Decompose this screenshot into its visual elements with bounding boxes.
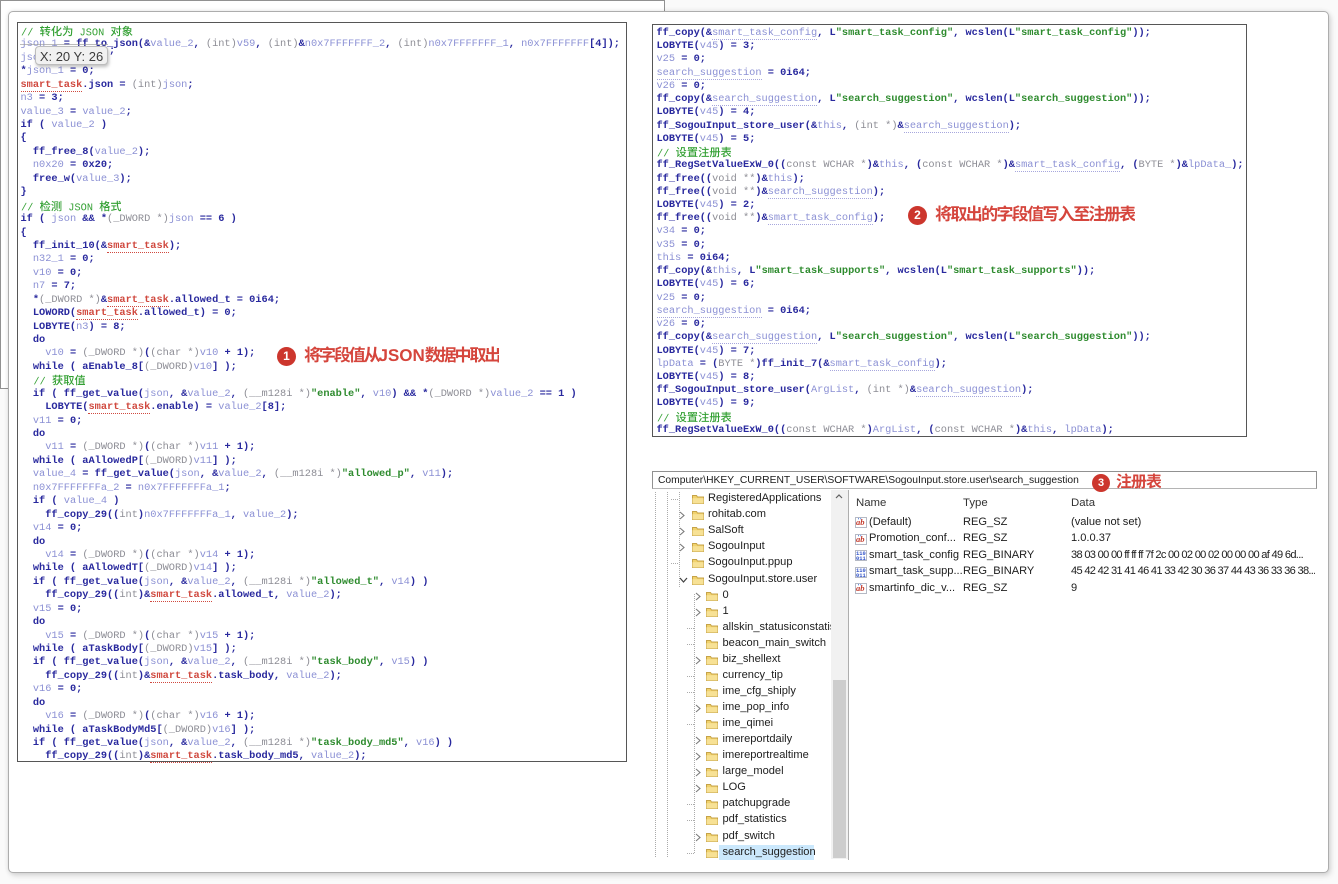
svg-text:011: 011	[856, 573, 866, 578]
svg-text:011: 011	[856, 556, 866, 561]
